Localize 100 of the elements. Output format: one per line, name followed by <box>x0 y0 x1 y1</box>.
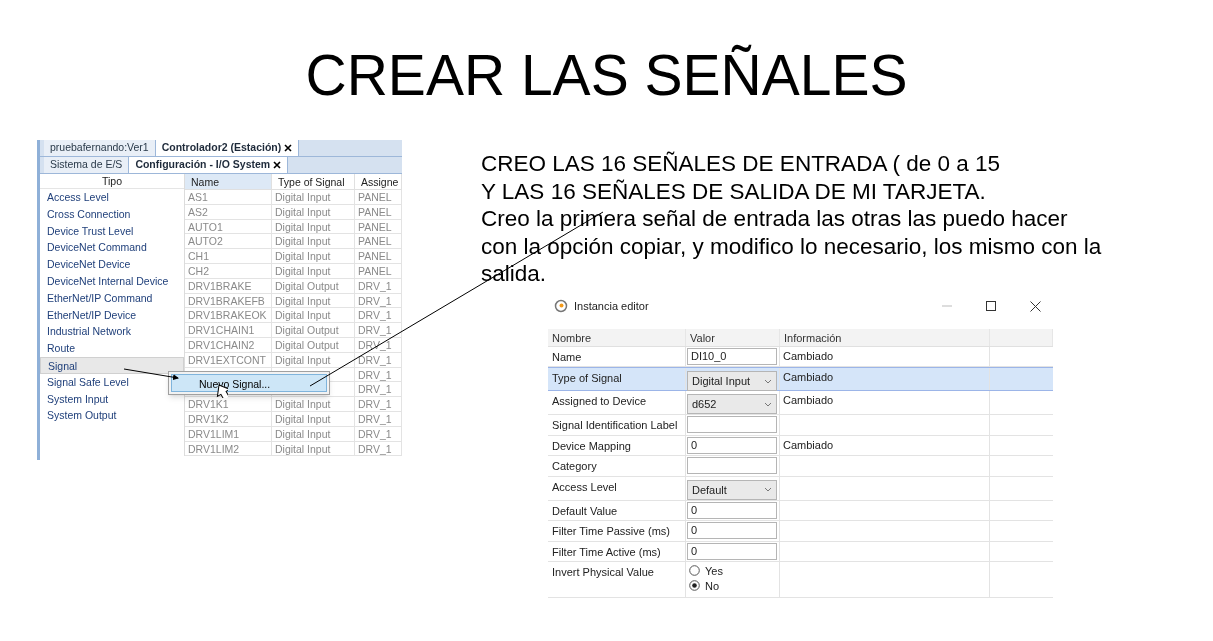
column-header[interactable]: Name <box>185 174 272 190</box>
table-cell: Digital Input <box>272 264 355 279</box>
table-cell: DRV_1 <box>355 323 402 338</box>
table-cell: AUTO1 <box>185 219 272 235</box>
table-cell: DRV1BRAKEOK <box>185 308 272 324</box>
table-cell: DRV_1 <box>355 293 402 309</box>
list-item[interactable]: Signal <box>40 356 184 374</box>
table-row[interactable]: Invert Physical Value Yes No <box>548 562 1053 598</box>
info-text: Cambiado <box>783 371 834 383</box>
field-label: Device Mapping <box>552 439 631 452</box>
table-cell: DRV_1 <box>355 411 402 427</box>
description-line: CREO LAS 16 SEÑALES DE ENTRADA ( de 0 a 15 <box>481 150 1001 178</box>
dropdown[interactable]: Default <box>687 479 777 500</box>
table-cell: Digital Input <box>272 308 355 324</box>
list-item[interactable]: EtherNet/IP Device <box>40 306 184 324</box>
close-icon <box>1030 300 1041 312</box>
table-cell: Digital Output <box>272 323 355 338</box>
field-label: Filter Time Passive (ms) <box>552 525 670 537</box>
table-cell: DRV1CHAIN1 <box>185 323 272 338</box>
table-row[interactable]: Type of Signal Digital Input Cambiado <box>548 367 1053 391</box>
list-item[interactable]: EtherNet/IP Command <box>40 289 184 307</box>
table-cell: Digital Input <box>272 249 355 264</box>
description-line: con la opción copiar, y modifico lo necesario, los mismo con la <box>481 232 1102 260</box>
list-item[interactable]: Industrial Network <box>40 323 184 341</box>
table-cell: DRV1LIM1 <box>185 426 272 442</box>
column-header[interactable]: Type of Signal <box>272 174 355 190</box>
info-text: Cambiado <box>783 438 834 451</box>
column-header[interactable]: Información <box>784 331 842 344</box>
table-cell: DRV1BRAKEFB <box>185 293 272 309</box>
field-label: Category <box>552 460 597 472</box>
table-cell: DRV_1 <box>355 397 402 412</box>
table-cell: Digital Output <box>272 337 355 353</box>
table-cell: DRV1LIM2 <box>185 441 272 457</box>
app-icon <box>554 299 568 313</box>
input-field[interactable]: DI10_0 <box>687 347 777 365</box>
list-item[interactable]: System Output <box>40 407 184 425</box>
list-item[interactable]: DeviceNet Device <box>40 256 184 273</box>
table-row[interactable]: Filter Time Passive (ms) 0 <box>548 521 1053 542</box>
table-row[interactable]: Category <box>548 456 1053 477</box>
input-field[interactable] <box>687 416 777 433</box>
radio-option[interactable]: Yes <box>687 563 777 578</box>
table-cell: Digital Input <box>272 234 355 250</box>
input-field[interactable] <box>687 457 777 474</box>
table-cell: Digital Input <box>272 426 355 442</box>
table-cell: PANEL <box>355 190 402 205</box>
table-cell: AS1 <box>185 190 272 205</box>
chevron-down-icon <box>764 378 772 384</box>
table-cell: DRV_1 <box>355 308 402 324</box>
input-field[interactable]: 0 <box>687 501 777 519</box>
field-label: Signal Identification Label <box>552 419 678 431</box>
table-cell: Digital Input <box>272 293 355 309</box>
table-cell: Digital Input <box>272 411 355 427</box>
list-item[interactable]: Route <box>40 340 184 357</box>
table-cell: PANEL <box>355 204 402 220</box>
table-cell: Digital Input <box>272 219 355 235</box>
description-line: Y LAS 16 SEÑALES DE SALIDA DE MI TARJETA. <box>481 177 987 205</box>
table-row[interactable]: Assigned to Device d652 Cambiado <box>548 391 1053 415</box>
table-cell: PANEL <box>355 264 402 279</box>
table-row[interactable]: Access Level Default <box>548 476 1053 501</box>
column-header[interactable]: Valor <box>690 331 715 344</box>
radio-option[interactable]: No <box>687 578 777 593</box>
list-item[interactable]: Cross Connection <box>40 205 184 223</box>
table-row[interactable]: Device Mapping 0 Cambiado <box>548 435 1053 456</box>
table-row[interactable]: Default Value 0 <box>548 500 1053 521</box>
maximize-icon <box>986 301 996 311</box>
column-header[interactable]: Nombre <box>552 331 592 344</box>
list-item[interactable]: DeviceNet Internal Device <box>40 273 184 290</box>
field-label: Type of Signal <box>552 372 622 384</box>
table-cell: DRV_1 <box>355 441 402 457</box>
tab[interactable]: Configuración - I/O System <box>129 157 289 173</box>
tab[interactable]: Controlador2 (Estación) <box>155 140 300 156</box>
slide-title: CREAR LAS SEÑALES <box>304 42 909 109</box>
info-text: Cambiado <box>783 349 834 362</box>
list-item[interactable]: Access Level <box>40 189 184 206</box>
field-label: Filter Time Active (ms) <box>552 545 661 558</box>
tab[interactable]: Sistema de E/S <box>44 157 130 173</box>
list-item[interactable]: Device Trust Level <box>40 222 184 240</box>
tab[interactable]: pruebafernando:Ver1 <box>44 140 156 156</box>
table-cell: AUTO2 <box>185 234 272 250</box>
input-field[interactable]: 0 <box>687 436 777 454</box>
info-text: Cambiado <box>783 394 834 406</box>
table-row[interactable]: Filter Time Active (ms) 0 <box>548 541 1053 562</box>
table-row[interactable]: Signal Identification Label <box>548 415 1053 436</box>
list-item[interactable]: DeviceNet Command <box>40 239 184 257</box>
table-cell: Digital Input <box>272 397 355 412</box>
field-label: Assigned to Device <box>552 395 647 407</box>
field-label: Access Level <box>552 480 617 493</box>
table-cell: DRV1CHAIN2 <box>185 337 272 353</box>
table-cell: Digital Input <box>272 352 355 368</box>
column-header[interactable]: Assigne <box>355 174 402 190</box>
table-cell: CH1 <box>185 249 272 264</box>
table-cell: DRV_1 <box>355 426 402 442</box>
table-cell: DRV1EXTCONT <box>185 352 272 368</box>
list-item[interactable]: System Input <box>40 390 184 408</box>
dropdown[interactable]: Digital Input <box>687 371 777 391</box>
input-field[interactable]: 0 <box>687 542 777 560</box>
input-field[interactable]: 0 <box>687 522 777 539</box>
column-header[interactable]: Tipo <box>40 174 184 189</box>
dropdown[interactable]: d652 <box>687 394 777 414</box>
chevron-down-icon <box>764 401 772 407</box>
